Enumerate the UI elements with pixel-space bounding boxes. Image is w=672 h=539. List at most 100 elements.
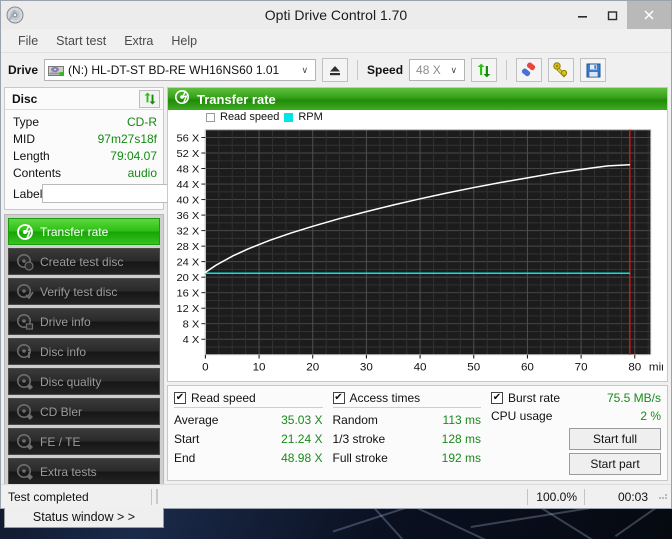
speed-select[interactable]: 48 X ∨	[409, 59, 466, 81]
tools-button[interactable]	[548, 58, 575, 82]
svg-text:50: 50	[467, 362, 480, 374]
optical-drive-icon	[48, 63, 65, 77]
create-disc-icon	[16, 253, 34, 271]
maximize-button[interactable]	[597, 1, 627, 29]
svg-text:0: 0	[202, 362, 208, 374]
svg-text:20 X: 20 X	[176, 272, 199, 284]
drive-value: (N:) HL-DT-ST BD-RE WH16NS60 1.01	[68, 63, 280, 77]
random-key: Random	[332, 413, 378, 427]
disc-length-value: 79:04.07	[110, 149, 157, 163]
transfer-rate-icon	[174, 89, 190, 110]
menu-extra[interactable]: Extra	[115, 32, 162, 50]
full-stroke-value: 192 ms	[441, 451, 481, 465]
disc-info-rows: Type CD-R MID 97m27s18f Length 79:04.07	[5, 110, 247, 209]
resize-grip-icon[interactable]	[655, 490, 671, 503]
fe-te-icon	[16, 433, 34, 451]
chevron-down-icon: ∨	[301, 64, 309, 75]
menu-bar: File Start test Extra Help	[1, 29, 671, 53]
erase-button[interactable]	[516, 58, 543, 82]
chevron-down-icon: ∨	[450, 64, 458, 75]
sidebar-item-label: Disc quality	[40, 374, 102, 389]
transfer-rate-icon	[16, 223, 34, 241]
sidebar-item-disc-quality[interactable]: Disc quality	[8, 368, 160, 395]
random-value: 113 ms	[442, 413, 481, 427]
sidebar-item-label: CD Bler	[40, 404, 83, 419]
result-row-average: Average 35.03 X	[174, 411, 323, 430]
close-button[interactable]	[627, 1, 671, 29]
refresh-button[interactable]	[471, 58, 498, 82]
sidebar-item-label: Extra tests	[40, 464, 97, 479]
drive-select[interactable]: (N:) HL-DT-ST BD-RE WH16NS60 1.01 ∨	[44, 59, 317, 81]
disc-type-key: Type	[13, 115, 40, 129]
start-part-button[interactable]: Start part	[569, 453, 661, 475]
progress-bar	[156, 489, 158, 504]
legend-label-read-speed: Read speed	[220, 111, 280, 123]
speed-label: Speed	[367, 63, 404, 77]
burst-rate-checkbox[interactable]: ✔	[491, 392, 503, 404]
svg-text:36 X: 36 X	[176, 210, 199, 222]
sidebar: Disc Type CD-R MID 97m27s18f Length 79:0…	[4, 87, 247, 528]
access-times-checkbox[interactable]: ✔	[332, 392, 345, 404]
access-times-title: Access times	[349, 391, 421, 405]
disc-info-icon	[16, 343, 34, 361]
save-button[interactable]	[580, 58, 607, 82]
minimize-button[interactable]	[567, 1, 597, 29]
sidebar-item-cd-bler[interactable]: CD Bler	[8, 398, 160, 425]
result-row-start: Start 21.24 X	[174, 430, 323, 449]
chart-panel-header: Transfer rate	[168, 88, 667, 110]
svg-text:8 X: 8 X	[183, 319, 200, 331]
svg-text:48 X: 48 X	[176, 164, 199, 176]
disc-type-value: CD-R	[127, 115, 157, 129]
chart-area: Read speed RPM 4 X 8 X 12 X 16 X 20 X 24 X 28 …	[168, 110, 667, 381]
read-speed-checkbox[interactable]: ✔	[174, 392, 186, 404]
results-read-speed: ✔ Read speed Average 35.03 X Start 21.24…	[174, 391, 333, 476]
access-times-header: ✔ Access times	[332, 391, 481, 408]
menu-start-test[interactable]: Start test	[47, 32, 115, 50]
results-access-times: ✔ Access times Random 113 ms 1/3 stroke …	[332, 391, 492, 476]
extra-tests-icon	[16, 463, 34, 481]
toolbar-divider-2	[506, 60, 508, 80]
screen: Opti Drive Control 1.70 File Start test …	[0, 0, 672, 539]
start-full-button[interactable]: Start full	[569, 428, 661, 450]
average-key: Average	[174, 413, 219, 427]
sidebar-item-extra-tests[interactable]: Extra tests	[8, 458, 160, 485]
main-body: Disc Type CD-R MID 97m27s18f Length 79:0…	[1, 87, 671, 528]
sidebar-item-label: Drive info	[40, 314, 91, 329]
sidebar-item-drive-info[interactable]: Drive info	[8, 308, 160, 335]
sidebar-item-label: Transfer rate	[40, 224, 109, 239]
sidebar-item-transfer-rate[interactable]: Transfer rate	[8, 218, 160, 245]
drive-toolbar: Drive (N:) HL-DT-ST BD-RE WH16NS60 1.01 …	[1, 53, 671, 87]
transfer-rate-plot[interactable]: 4 X 8 X 12 X 16 X 20 X 24 X 28 X 32 X 36 X 40 X 44…	[168, 126, 663, 381]
disc-row-length: Length 79:04.07	[13, 148, 157, 164]
menu-file[interactable]: File	[9, 32, 47, 50]
menu-help[interactable]: Help	[162, 32, 206, 50]
disc-row-type: Type CD-R	[13, 114, 157, 130]
start-key: Start	[174, 432, 200, 446]
eject-button[interactable]	[322, 58, 349, 82]
status-message: Test completed	[8, 489, 89, 504]
third-stroke-key: 1/3 stroke	[332, 432, 386, 446]
svg-text:70: 70	[575, 362, 588, 374]
disc-quality-icon	[16, 373, 34, 391]
result-row-full-stroke: Full stroke 192 ms	[333, 449, 482, 468]
disc-length-key: Length	[13, 149, 50, 163]
read-speed-header: ✔ Read speed	[174, 391, 323, 408]
end-key: End	[174, 451, 196, 465]
sidebar-item-disc-info[interactable]: Disc info	[8, 338, 160, 365]
sidebar-item-label: Disc info	[40, 344, 87, 359]
svg-text:12 X: 12 X	[176, 303, 199, 315]
third-stroke-value: 128 ms	[441, 432, 481, 446]
svg-text:16 X: 16 X	[176, 288, 199, 300]
svg-text:80: 80	[628, 362, 641, 374]
svg-text:40 X: 40 X	[176, 195, 199, 207]
sidebar-item-fe-te[interactable]: FE / TE	[8, 428, 160, 455]
sidebar-item-verify-test-disc[interactable]: Verify test disc	[8, 278, 160, 305]
disc-refresh-button[interactable]	[139, 89, 160, 108]
burst-rate-value: 75.5 MB/s	[606, 391, 661, 405]
sidebar-item-create-test-disc[interactable]: Create test disc	[8, 248, 160, 275]
legend-label-rpm: RPM	[298, 111, 323, 123]
svg-text:32 X: 32 X	[176, 226, 199, 238]
disc-mid-key: MID	[13, 132, 35, 146]
sidebar-item-label: FE / TE	[40, 434, 81, 449]
svg-text:60: 60	[521, 362, 534, 374]
